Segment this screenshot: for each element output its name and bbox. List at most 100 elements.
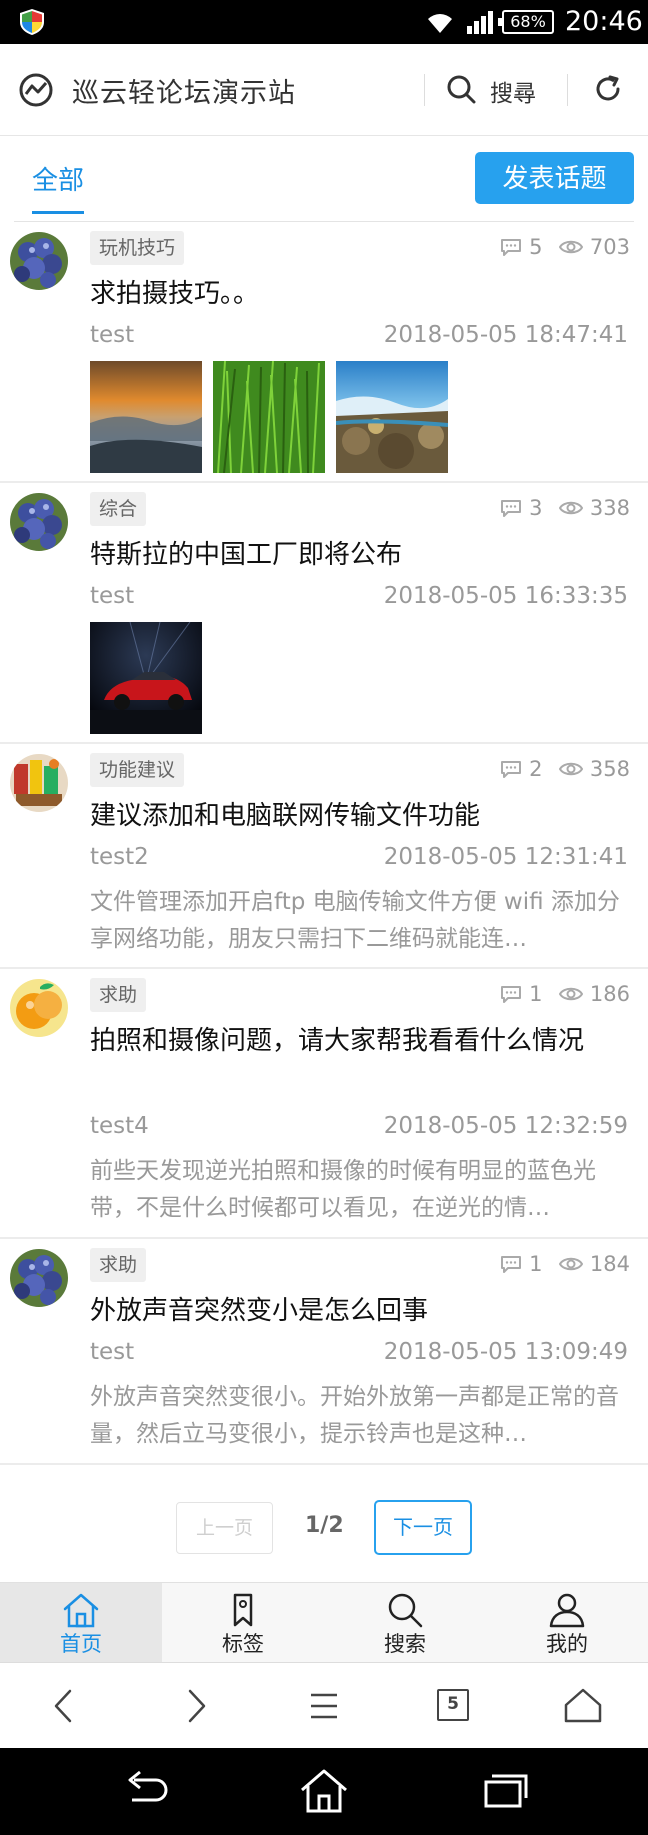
comment-icon	[501, 1256, 522, 1273]
comment-count: 5	[529, 235, 543, 259]
comment-icon	[501, 500, 522, 517]
avatar[interactable]	[10, 979, 68, 1037]
post-title[interactable]: 拍照和摄像问题，请大家帮我看看什么情况	[90, 1019, 630, 1063]
comment-icon	[501, 761, 522, 778]
clock: 20:46	[565, 6, 643, 37]
home-icon[interactable]	[560, 1683, 606, 1729]
views-icon	[559, 1257, 584, 1271]
post-title[interactable]: 特斯拉的中国工厂即将公布	[90, 533, 630, 577]
list-item[interactable]: 玩机技巧 5 703 求拍摄技巧。。 test 2018-05-05 18:47…	[0, 222, 648, 483]
topic-tabs: 全部 发表话题	[0, 136, 648, 222]
post-excerpt[interactable]: 外放声音突然变很小。开始外放第一声都是正常的音量，然后立马变很小，提示铃声也是这…	[90, 1379, 620, 1453]
category-tag[interactable]: 玩机技巧	[90, 231, 185, 265]
back-icon[interactable]	[120, 1768, 170, 1812]
recent-apps-icon[interactable]	[482, 1768, 528, 1812]
post-author[interactable]: test4	[90, 1113, 149, 1139]
post-excerpt[interactable]: 前些天发现逆光拍照和摄像的时候有明显的蓝色光带，不是什么时候都可以看见，在逆光的…	[90, 1153, 620, 1227]
comment-icon	[501, 986, 522, 1003]
comment-count: 1	[529, 982, 543, 1006]
battery-indicator: 68%	[498, 10, 554, 34]
list-item[interactable]: 功能建议 2 358 建议添加和电脑联网传输文件功能 test2 2018-05…	[0, 744, 648, 969]
views-icon	[559, 987, 584, 1001]
post-title[interactable]: 外放声音突然变小是怎么回事	[90, 1289, 630, 1333]
system-nav-bar	[0, 1748, 648, 1835]
comment-count: 3	[529, 496, 543, 520]
avatar[interactable]	[10, 754, 68, 812]
post-date: 2018-05-05 12:31:41	[383, 844, 628, 870]
site-logo-icon[interactable]	[18, 72, 54, 108]
avatar[interactable]	[10, 493, 68, 551]
menu-icon[interactable]	[301, 1683, 347, 1729]
post-date: 2018-05-05 12:32:59	[383, 1113, 628, 1139]
category-tag[interactable]: 求助	[90, 1248, 147, 1282]
views-icon	[559, 501, 584, 515]
divider	[424, 74, 425, 106]
post-date: 2018-05-05 18:47:41	[383, 322, 628, 348]
view-count: 338	[589, 496, 630, 520]
view-count: 184	[589, 1252, 630, 1276]
tab-search-label: 搜索	[384, 1632, 426, 1656]
forward-arrow-icon[interactable]	[172, 1683, 218, 1729]
post-stats: 2 358	[500, 756, 630, 781]
views-icon	[559, 240, 584, 254]
post-author[interactable]: test	[90, 1339, 134, 1365]
view-count: 358	[589, 757, 630, 781]
search-link[interactable]: 搜尋	[490, 74, 536, 108]
bookmark-icon	[233, 1593, 253, 1627]
wifi-icon	[428, 14, 452, 33]
post-images	[90, 622, 202, 734]
post-stats: 3 338	[500, 495, 630, 520]
search-icon[interactable]	[446, 74, 476, 104]
page-indicator: 1/2	[305, 1513, 344, 1538]
post-author[interactable]: test2	[90, 844, 149, 870]
site-title[interactable]: 巡云轻论坛演示站	[72, 71, 296, 110]
post-author[interactable]: test	[90, 322, 134, 348]
next-page-button[interactable]: 下一页	[374, 1500, 472, 1555]
comment-count: 1	[529, 1252, 543, 1276]
category-tag[interactable]: 求助	[90, 978, 147, 1012]
browser-toolbar: 5	[0, 1662, 648, 1748]
post-excerpt[interactable]: 文件管理添加开启ftp 电脑传输文件方便 wifi 添加分享网络功能，朋友只需扫…	[90, 884, 620, 958]
list-item[interactable]: 求助 1 186 拍照和摄像问题，请大家帮我看看什么情况 test4 2018-…	[0, 969, 648, 1239]
search-icon	[388, 1593, 423, 1628]
tabs-count-button[interactable]: 5	[430, 1683, 476, 1729]
tab-home[interactable]: 首页	[0, 1583, 162, 1663]
tab-home-label: 首页	[60, 1632, 102, 1656]
pagination: 上一页 1/2 下一页	[0, 1468, 648, 1582]
post-stats: 5 703	[500, 234, 630, 259]
user-icon	[549, 1593, 585, 1628]
refresh-icon[interactable]	[593, 74, 623, 104]
post-image[interactable]	[336, 361, 448, 473]
status-bar: 68% 20:46	[0, 0, 648, 44]
list-item[interactable]: 综合 3 338 特斯拉的中国工厂即将公布 test 2018-05-05 16…	[0, 483, 648, 744]
tab-tags-label: 标签	[222, 1632, 264, 1656]
home-icon[interactable]	[298, 1768, 350, 1814]
prev-page-button[interactable]: 上一页	[176, 1502, 273, 1554]
post-date: 2018-05-05 16:33:35	[383, 583, 628, 609]
shield-icon	[20, 9, 44, 35]
avatar[interactable]	[10, 1249, 68, 1307]
list-item[interactable]: 求助 1 184 外放声音突然变小是怎么回事 test 2018-05-05 1…	[0, 1239, 648, 1465]
post-author[interactable]: test	[90, 583, 134, 609]
post-images	[90, 361, 448, 473]
tab-count: 5	[437, 1689, 469, 1721]
post-title[interactable]: 建议添加和电脑联网传输文件功能	[90, 794, 630, 838]
category-tag[interactable]: 综合	[90, 492, 147, 526]
tab-tags[interactable]: 标签	[162, 1583, 324, 1663]
tab-all[interactable]: 全部	[32, 160, 85, 214]
tab-mine[interactable]: 我的	[486, 1583, 648, 1663]
category-tag[interactable]: 功能建议	[90, 753, 185, 787]
post-image[interactable]	[90, 361, 202, 473]
avatar[interactable]	[10, 232, 68, 290]
post-topic-button[interactable]: 发表话题	[475, 152, 634, 204]
post-image[interactable]	[213, 361, 325, 473]
comment-count: 2	[529, 757, 543, 781]
post-date: 2018-05-05 13:09:49	[383, 1339, 628, 1365]
post-image[interactable]	[90, 622, 202, 734]
tab-search[interactable]: 搜索	[324, 1583, 486, 1663]
post-title[interactable]: 求拍摄技巧。。	[90, 272, 630, 316]
tab-mine-label: 我的	[546, 1632, 588, 1656]
post-stats: 1 184	[500, 1251, 630, 1276]
signal-icon	[467, 11, 493, 34]
back-arrow-icon[interactable]	[42, 1683, 88, 1729]
